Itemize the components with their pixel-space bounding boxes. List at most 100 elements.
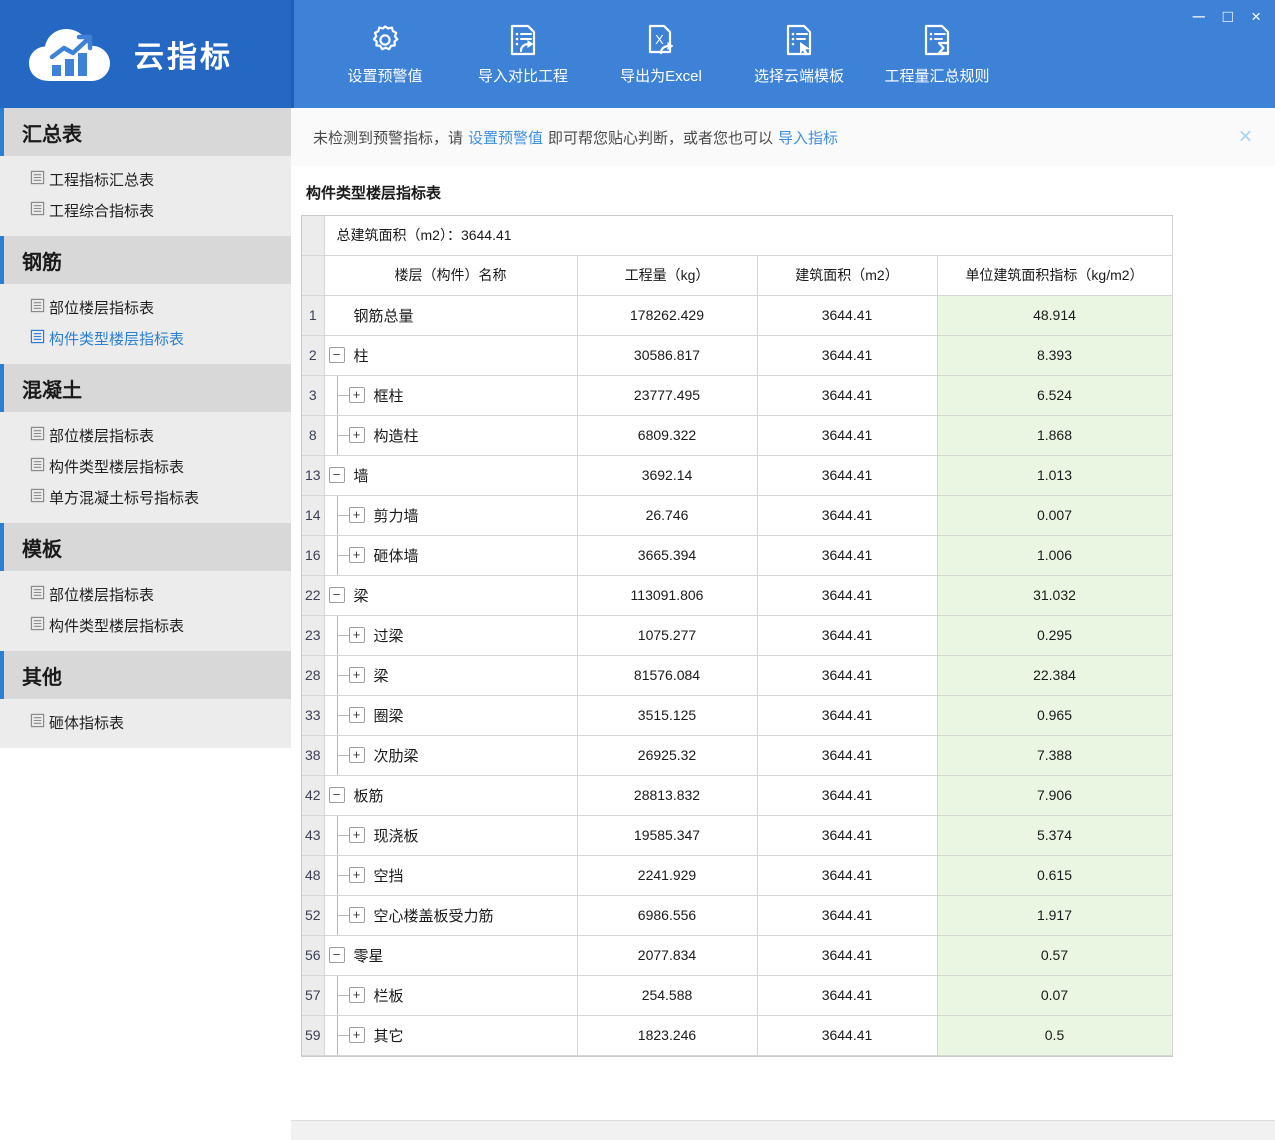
row-building-area[interactable]: 3644.41: [757, 375, 938, 416]
row-quantity[interactable]: 26925.32: [577, 735, 758, 776]
sidebar-item[interactable]: 构件类型楼层指标表: [0, 323, 291, 354]
row-number[interactable]: 59: [302, 1015, 325, 1056]
sidebar-item[interactable]: 部位楼层指标表: [0, 292, 291, 323]
collapse-icon[interactable]: −: [328, 947, 345, 963]
row-number[interactable]: 2: [302, 335, 325, 376]
expand-icon[interactable]: +: [348, 627, 365, 643]
row-building-area[interactable]: 3644.41: [757, 855, 938, 896]
row-quantity[interactable]: 23777.495: [577, 375, 758, 416]
row-quantity[interactable]: 30586.817: [577, 335, 758, 376]
row-indicator[interactable]: 0.295: [937, 615, 1173, 656]
row-quantity[interactable]: 3515.125: [577, 695, 758, 736]
table-row[interactable]: 28 + 梁 81576.084 3644.41 22.384: [302, 655, 1173, 696]
row-quantity[interactable]: 1075.277: [577, 615, 758, 656]
expand-icon[interactable]: +: [348, 827, 365, 843]
expand-icon[interactable]: +: [348, 547, 365, 563]
row-number[interactable]: 43: [302, 815, 325, 856]
sidebar-item[interactable]: 构件类型楼层指标表: [0, 451, 291, 482]
table-row[interactable]: 22− 梁 113091.806 3644.41 31.032: [302, 575, 1173, 616]
expand-icon[interactable]: +: [348, 707, 365, 723]
toolbar-item-import-compare-project[interactable]: 导入对比工程: [454, 12, 592, 96]
row-indicator[interactable]: 22.384: [937, 655, 1173, 696]
row-building-area[interactable]: 3644.41: [757, 935, 938, 976]
table-row[interactable]: 38 + 次肋梁 26925.32 3644.41 7.388: [302, 735, 1173, 776]
row-indicator[interactable]: 0.57: [937, 935, 1173, 976]
row-building-area[interactable]: 3644.41: [757, 815, 938, 856]
row-number[interactable]: 22: [302, 575, 325, 616]
table-row[interactable]: 1 钢筋总量 178262.429 3644.41 48.914: [302, 295, 1173, 336]
row-quantity[interactable]: 26.746: [577, 495, 758, 536]
row-quantity[interactable]: 3665.394: [577, 535, 758, 576]
row-building-area[interactable]: 3644.41: [757, 735, 938, 776]
expand-icon[interactable]: +: [348, 987, 365, 1003]
maximize-button[interactable]: □: [1223, 8, 1233, 25]
sidebar-item[interactable]: 部位楼层指标表: [0, 579, 291, 610]
row-building-area[interactable]: 3644.41: [757, 1015, 938, 1056]
row-indicator[interactable]: 0.007: [937, 495, 1173, 536]
expand-icon[interactable]: +: [348, 907, 365, 923]
sidebar-item[interactable]: 工程综合指标表: [0, 195, 291, 226]
row-building-area[interactable]: 3644.41: [757, 895, 938, 936]
row-building-area[interactable]: 3644.41: [757, 295, 938, 336]
table-row[interactable]: 13− 墙 3692.14 3644.41 1.013: [302, 455, 1173, 496]
row-number[interactable]: 33: [302, 695, 325, 736]
row-indicator[interactable]: 31.032: [937, 575, 1173, 616]
sidebar-group-header[interactable]: 钢筋: [0, 236, 291, 284]
close-button[interactable]: ×: [1251, 8, 1261, 25]
row-number[interactable]: 38: [302, 735, 325, 776]
table-row[interactable]: 14 + 剪力墙 26.746 3644.41 0.007: [302, 495, 1173, 536]
row-number[interactable]: 13: [302, 455, 325, 496]
row-quantity[interactable]: 2077.834: [577, 935, 758, 976]
sidebar-item[interactable]: 单方混凝土标号指标表: [0, 482, 291, 513]
toolbar-item-set-warning-value[interactable]: 设置预警值: [316, 12, 454, 96]
row-quantity[interactable]: 254.588: [577, 975, 758, 1016]
row-quantity[interactable]: 113091.806: [577, 575, 758, 616]
row-indicator[interactable]: 1.006: [937, 535, 1173, 576]
expand-icon[interactable]: +: [348, 867, 365, 883]
row-indicator[interactable]: 7.906: [937, 775, 1173, 816]
row-indicator[interactable]: 1.868: [937, 415, 1173, 456]
row-building-area[interactable]: 3644.41: [757, 455, 938, 496]
row-number[interactable]: 16: [302, 535, 325, 576]
row-indicator[interactable]: 0.615: [937, 855, 1173, 896]
sidebar-group-header[interactable]: 汇总表: [0, 108, 291, 156]
sidebar-group-header[interactable]: 其他: [0, 651, 291, 699]
row-quantity[interactable]: 6809.322: [577, 415, 758, 456]
row-indicator[interactable]: 48.914: [937, 295, 1173, 336]
sidebar-item[interactable]: 工程指标汇总表: [0, 164, 291, 195]
row-building-area[interactable]: 3644.41: [757, 335, 938, 376]
table-row[interactable]: 48 + 空挡 2241.929 3644.41 0.615: [302, 855, 1173, 896]
row-quantity[interactable]: 28813.832: [577, 775, 758, 816]
row-indicator[interactable]: 6.524: [937, 375, 1173, 416]
row-number[interactable]: 8: [302, 415, 325, 456]
table-row[interactable]: 33 + 圈梁 3515.125 3644.41 0.965: [302, 695, 1173, 736]
row-building-area[interactable]: 3644.41: [757, 655, 938, 696]
row-quantity[interactable]: 1823.246: [577, 1015, 758, 1056]
row-number[interactable]: 48: [302, 855, 325, 896]
table-row[interactable]: 52 + 空心楼盖板受力筋 6986.556 3644.41 1.917: [302, 895, 1173, 936]
row-indicator[interactable]: 1.013: [937, 455, 1173, 496]
notice-link-set-warning-value[interactable]: 设置预警值: [468, 127, 543, 148]
row-number[interactable]: 42: [302, 775, 325, 816]
expand-icon[interactable]: +: [348, 1027, 365, 1043]
row-quantity[interactable]: 6986.556: [577, 895, 758, 936]
row-building-area[interactable]: 3644.41: [757, 575, 938, 616]
toolbar-item-quantity-summary-rule[interactable]: 工程量汇总规则: [868, 12, 1006, 96]
row-number[interactable]: 14: [302, 495, 325, 536]
table-row[interactable]: 56− 零星 2077.834 3644.41 0.57: [302, 935, 1173, 976]
sidebar-item[interactable]: 砸体指标表: [0, 707, 291, 738]
table-row[interactable]: 16 + 砸体墙 3665.394 3644.41 1.006: [302, 535, 1173, 576]
expand-icon[interactable]: +: [348, 507, 365, 523]
minimize-button[interactable]: ─: [1193, 8, 1205, 25]
toolbar-item-export-excel[interactable]: X 导出为Excel: [592, 12, 730, 96]
table-row[interactable]: 2− 柱 30586.817 3644.41 8.393: [302, 335, 1173, 376]
row-number[interactable]: 3: [302, 375, 325, 416]
row-number[interactable]: 57: [302, 975, 325, 1016]
row-indicator[interactable]: 8.393: [937, 335, 1173, 376]
table-row[interactable]: 59 + 其它 1823.246 3644.41 0.5: [302, 1015, 1173, 1056]
sidebar-item[interactable]: 构件类型楼层指标表: [0, 610, 291, 641]
column-header[interactable]: 楼层（构件）名称: [324, 255, 578, 296]
row-number[interactable]: 52: [302, 895, 325, 936]
sidebar-group-header[interactable]: 模板: [0, 523, 291, 571]
table-row[interactable]: 42− 板筋 28813.832 3644.41 7.906: [302, 775, 1173, 816]
